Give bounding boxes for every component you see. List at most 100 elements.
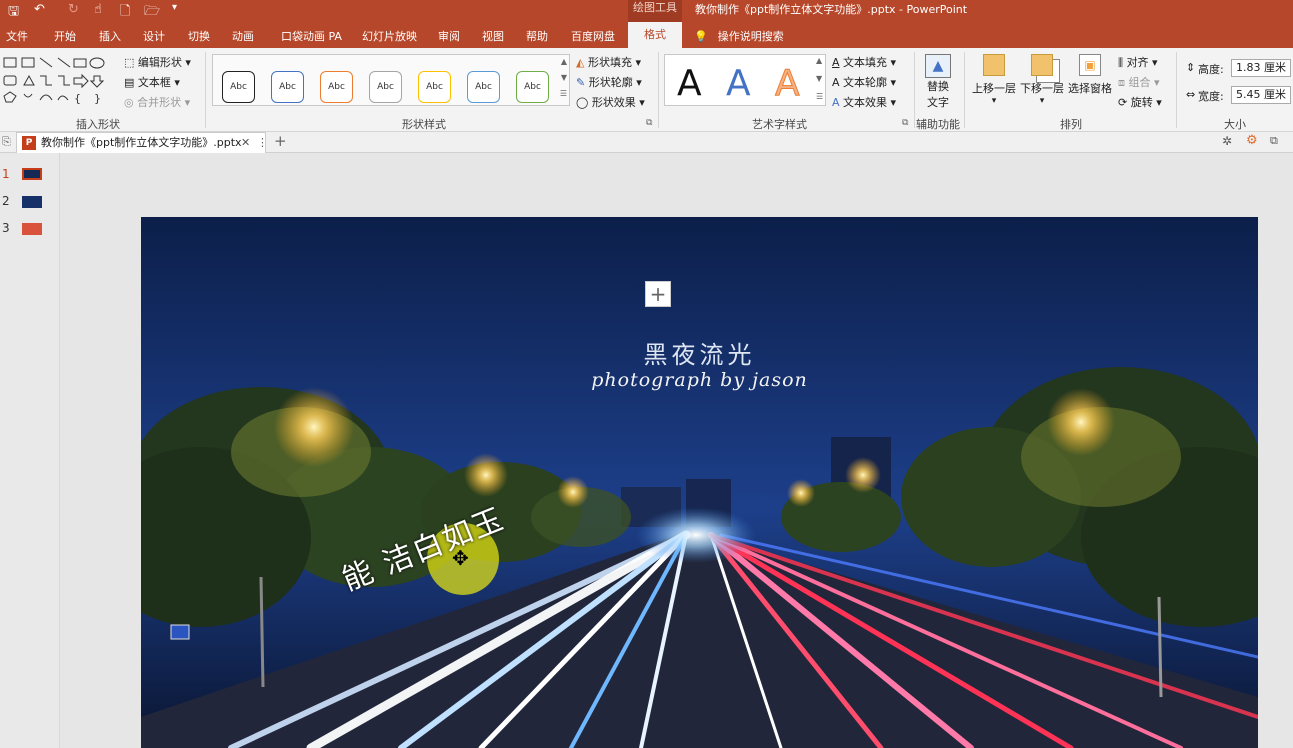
close-tab-icon[interactable]: ✕	[241, 133, 250, 153]
pin-icon[interactable]: ✲	[1222, 134, 1232, 148]
title-bar: 🖫 ↶ ↻ ☝ 🗋 🗁 ▾ 绘图工具 教你制作《ppt制作立体文字功能》.ppt…	[0, 0, 1293, 22]
height-input[interactable]: 1.83 厘米	[1231, 59, 1291, 77]
slide-subtitle[interactable]: photograph by jason	[141, 369, 1258, 391]
wordart-scroll-down-icon[interactable]: ▼	[816, 74, 822, 83]
rotate-button[interactable]: ⟳ 旋转 ▾	[1118, 94, 1162, 110]
shape-fill-button[interactable]: ◭ 形状填充 ▾	[576, 54, 641, 70]
shape-style-6[interactable]: Abc	[467, 71, 500, 103]
width-input[interactable]: 5.45 厘米	[1231, 86, 1291, 104]
slide[interactable]: + 黑夜流光 photograph by jason 能 洁白如玉 ✥	[141, 217, 1258, 748]
bring-forward-chevron-icon: ▾	[991, 96, 997, 106]
align-label: 对齐	[1126, 56, 1149, 69]
document-tab[interactable]: P 教你制作《ppt制作立体文字功能》.pptx ✕ ⋮	[16, 132, 268, 153]
thumbnail-number-2: 2	[2, 194, 10, 208]
slide-thumbnail-2[interactable]	[22, 196, 42, 208]
pen-icon: ✎	[576, 76, 589, 89]
bring-forward-button[interactable]: 上移一层 ▾	[972, 54, 1016, 106]
merge-shapes-icon: ◎	[124, 96, 138, 109]
group-divider	[914, 52, 915, 128]
group-button[interactable]: ⧈ 组合 ▾	[1118, 74, 1160, 90]
tab-review[interactable]: 审阅	[438, 28, 460, 44]
tab-insert[interactable]: 插入	[99, 28, 121, 44]
tab-home[interactable]: 开始	[54, 28, 76, 44]
settings-icon[interactable]: ⚙	[1246, 133, 1258, 148]
save-icon[interactable]: 🖫	[8, 2, 19, 24]
wordart-launcher-icon[interactable]: ⧉	[902, 118, 908, 128]
text-outline-button[interactable]: A 文本轮廓 ▾	[832, 74, 896, 90]
shape-gallery[interactable]: {}	[2, 56, 118, 108]
wordart-gallery[interactable]: A A A	[664, 54, 826, 106]
gallery-more-icon[interactable]: ☰	[560, 89, 567, 98]
shape-style-3[interactable]: Abc	[320, 71, 353, 103]
shape-styles-launcher-icon[interactable]: ⧉	[646, 118, 652, 128]
merge-shapes-label: 合并形状	[137, 96, 182, 109]
wordart-style-blue[interactable]: A	[726, 63, 751, 104]
shape-styles-gallery[interactable]: Abc Abc Abc Abc Abc Abc Abc ▲ ▼ ☰	[212, 54, 570, 106]
svg-text:{: {	[74, 92, 81, 105]
tab-view[interactable]: 视图	[482, 28, 504, 44]
redo-icon[interactable]: ↻	[68, 2, 79, 17]
send-backward-button[interactable]: 下移一层 ▾	[1020, 54, 1064, 106]
tab-menu-icon[interactable]: ⋮	[257, 133, 268, 153]
merge-shapes-button[interactable]: ◎ 合并形状 ▾	[124, 94, 190, 110]
text-box-button[interactable]: ▤ 文本框 ▾	[124, 74, 180, 90]
tab-transitions[interactable]: 切换	[188, 28, 210, 44]
shape-style-1[interactable]: Abc	[222, 71, 255, 103]
shape-outline-label: 形状轮廓	[588, 76, 633, 89]
tab-baidu-netdisk[interactable]: 百度网盘	[571, 28, 615, 44]
customize-qat-icon[interactable]: ▾	[172, 2, 177, 13]
height-label: 高度:	[1198, 63, 1224, 76]
alt-text-button[interactable]: ▲ 替换 文字	[924, 54, 952, 110]
gallery-scroll-up-icon[interactable]: ▲	[561, 57, 567, 66]
shape-style-2[interactable]: Abc	[271, 71, 304, 103]
open-file-icon[interactable]: 🗁	[144, 2, 160, 24]
new-tab-icon[interactable]: +	[274, 132, 287, 150]
slide-thumbnail-1[interactable]	[22, 168, 42, 180]
text-outline-label: 文本轮廓	[843, 76, 888, 89]
tell-me-search[interactable]: 💡 操作说明搜索	[694, 28, 784, 44]
touch-mode-icon[interactable]: ☝	[94, 2, 102, 17]
align-button[interactable]: ⫼ 对齐 ▾	[1118, 54, 1158, 70]
tab-file[interactable]: 文件	[6, 28, 28, 44]
height-icon: ⇕	[1186, 61, 1196, 74]
shape-style-5[interactable]: Abc	[418, 71, 451, 103]
wordart-style-orange[interactable]: A	[775, 63, 801, 105]
shape-style-4[interactable]: Abc	[369, 71, 402, 103]
tab-format[interactable]: 格式	[628, 22, 682, 48]
document-title: 教你制作《ppt制作立体文字功能》.pptx - PowerPoint	[695, 3, 968, 16]
svg-text:}: }	[94, 92, 101, 105]
selection-pane-button[interactable]: ▣ 选择窗格	[1068, 54, 1112, 96]
wordart-style-black[interactable]: A	[677, 63, 702, 104]
shape-outline-button[interactable]: ✎ 形状轮廓 ▾	[576, 74, 642, 90]
tab-help[interactable]: 帮助	[526, 28, 548, 44]
new-file-icon[interactable]: 🗋	[120, 2, 130, 24]
text-fill-button[interactable]: A 文本填充 ▾	[832, 54, 896, 70]
wordart-more-icon[interactable]: ☰	[816, 92, 823, 101]
send-backward-label: 下移一层	[1020, 82, 1064, 95]
add-content-button[interactable]: +	[645, 281, 671, 307]
text-effects-icon: A	[832, 96, 840, 109]
shape-style-7[interactable]: Abc	[516, 71, 549, 103]
restore-window-icon[interactable]: ⧉	[1270, 134, 1278, 148]
tab-design[interactable]: 设计	[143, 28, 165, 44]
ribbon: {} ⬚ 编辑形状 ▾ ▤ 文本框 ▾ ◎ 合并形状 ▾ 插入形状 Abc Ab…	[0, 48, 1293, 132]
tab-pocket-animation[interactable]: 口袋动画 PA	[281, 28, 342, 44]
shape-effects-icon: ◯	[576, 96, 592, 109]
shape-effects-label: 形状效果	[591, 96, 636, 109]
document-tab-label: 教你制作《ppt制作立体文字功能》.pptx	[41, 136, 242, 149]
text-outline-icon: A	[832, 76, 840, 89]
slide-thumbnail-3[interactable]	[22, 223, 42, 235]
undo-icon[interactable]: ↶	[34, 2, 45, 17]
slide-title[interactable]: 黑夜流光	[141, 335, 1258, 370]
tab-list-icon[interactable]: ⎘	[2, 135, 11, 149]
edit-shape-button[interactable]: ⬚ 编辑形状 ▾	[124, 54, 191, 70]
tab-animations[interactable]: 动画	[232, 28, 254, 44]
width-label: 宽度:	[1198, 90, 1224, 103]
gallery-scroll-down-icon[interactable]: ▼	[561, 73, 567, 82]
tab-slideshow[interactable]: 幻灯片放映	[362, 28, 417, 44]
wordart-scroll-up-icon[interactable]: ▲	[816, 56, 822, 65]
slide-editing-canvas: + 黑夜流光 photograph by jason 能 洁白如玉 ✥	[60, 153, 1293, 748]
text-effects-button[interactable]: A 文本效果 ▾	[832, 94, 896, 110]
shape-effects-button[interactable]: ◯ 形状效果 ▾	[576, 94, 645, 110]
paint-bucket-icon: ◭	[576, 56, 588, 69]
